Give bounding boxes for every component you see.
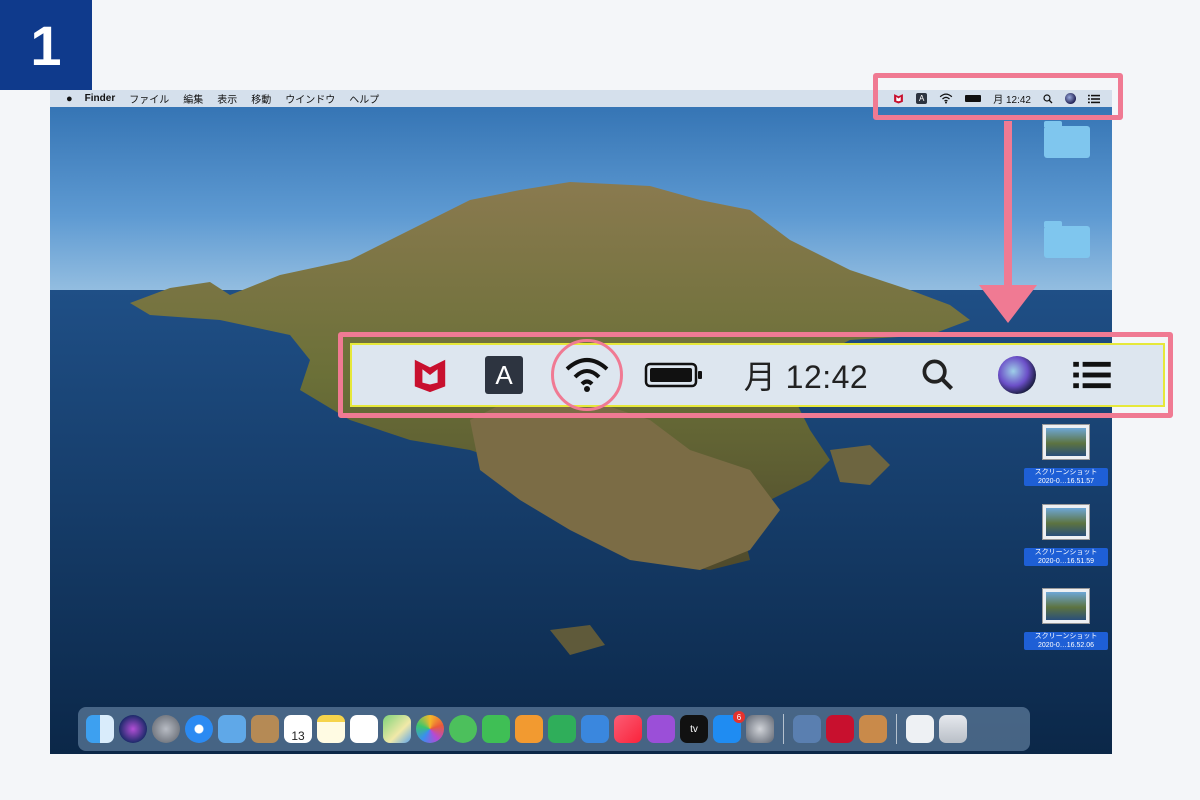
photo-booth-icon[interactable] xyxy=(793,715,821,743)
notes-icon[interactable] xyxy=(317,715,345,743)
facetime-icon[interactable] xyxy=(482,715,510,743)
calendar-day: 13 xyxy=(291,729,305,743)
menu-file[interactable]: ファイル xyxy=(129,91,169,106)
zoom-clock[interactable]: 月 12:42 xyxy=(736,345,876,405)
desktop-folder-1[interactable] xyxy=(1044,121,1090,158)
system-preferences-icon[interactable] xyxy=(746,715,774,743)
app-store-badge: 6 xyxy=(733,711,745,723)
music-icon[interactable] xyxy=(614,715,642,743)
menu-edit[interactable]: 編集 xyxy=(183,91,203,106)
safari-icon[interactable] xyxy=(185,715,213,743)
mcafee-icon[interactable] xyxy=(826,715,854,743)
maps-icon[interactable] xyxy=(383,715,411,743)
catalina-wallpaper xyxy=(50,90,1112,754)
podcasts-icon[interactable] xyxy=(647,715,675,743)
desktop-screenshot-2-label: スクリーンショット 2020-0…16.51.59 xyxy=(1024,548,1108,566)
dock-separator-2 xyxy=(896,714,897,744)
downloads-icon[interactable] xyxy=(906,715,934,743)
dock-separator xyxy=(783,714,784,744)
tv-label: tv xyxy=(690,723,698,735)
archive-utility-icon[interactable] xyxy=(859,715,887,743)
step-number-badge: 1 xyxy=(0,0,92,90)
zoom-battery-icon[interactable] xyxy=(642,345,706,405)
keynote-icon[interactable] xyxy=(581,715,609,743)
menu-window[interactable]: ウインドウ xyxy=(285,91,335,106)
desktop-screenshot-2[interactable] xyxy=(1042,504,1090,540)
messages-icon[interactable] xyxy=(449,715,477,743)
launchpad-icon[interactable] xyxy=(152,715,180,743)
app-store-icon[interactable]: 6 xyxy=(713,711,745,743)
tv-icon[interactable]: tv xyxy=(680,715,708,743)
photos-icon[interactable] xyxy=(416,715,444,743)
zoomed-menu-bar: A 月 12:42 xyxy=(350,343,1165,407)
calendar-icon[interactable]: 13 xyxy=(284,715,312,743)
numbers-icon[interactable] xyxy=(548,715,576,743)
zoom-input-source-icon[interactable]: A xyxy=(482,345,526,405)
desktop-screenshot-3-label: スクリーンショット 2020-0…16.52.06 xyxy=(1024,632,1108,650)
menu-finder[interactable]: Finder xyxy=(85,93,116,104)
wifi-highlight-circle xyxy=(551,339,623,411)
dock: 13 tv 6 xyxy=(78,707,1030,751)
zoom-siri-icon[interactable] xyxy=(995,345,1039,405)
menu-view[interactable]: 表示 xyxy=(217,91,237,106)
mac-desktop-screenshot: ● Finder ファイル 編集 表示 移動 ウインドウ ヘルプ A 月 12:… xyxy=(50,90,1112,754)
reminders-icon[interactable] xyxy=(350,715,378,743)
trash-icon[interactable] xyxy=(939,715,967,743)
apple-icon[interactable]: ● xyxy=(66,93,73,105)
menu-go[interactable]: 移動 xyxy=(251,91,271,106)
desktop-screenshot-1-label: スクリーンショット 2020-0…16.51.57 xyxy=(1024,468,1108,486)
pages-icon[interactable] xyxy=(515,715,543,743)
menu-help[interactable]: ヘルプ xyxy=(349,91,379,106)
callout-arrow xyxy=(1004,121,1012,291)
finder-icon[interactable] xyxy=(86,715,114,743)
menu-bar-callout-box xyxy=(873,73,1123,120)
callout-arrow-head xyxy=(979,285,1037,323)
zoom-search-icon[interactable] xyxy=(916,345,960,405)
desktop-folder-2[interactable] xyxy=(1044,221,1090,258)
siri-icon[interactable] xyxy=(119,715,147,743)
zoom-notification-center-icon[interactable] xyxy=(1067,345,1117,405)
zoom-mcafee-icon[interactable] xyxy=(408,345,452,405)
desktop-screenshot-1[interactable] xyxy=(1042,424,1090,460)
desktop-screenshot-3[interactable] xyxy=(1042,588,1090,624)
mail-icon[interactable] xyxy=(218,715,246,743)
contacts-icon[interactable] xyxy=(251,715,279,743)
